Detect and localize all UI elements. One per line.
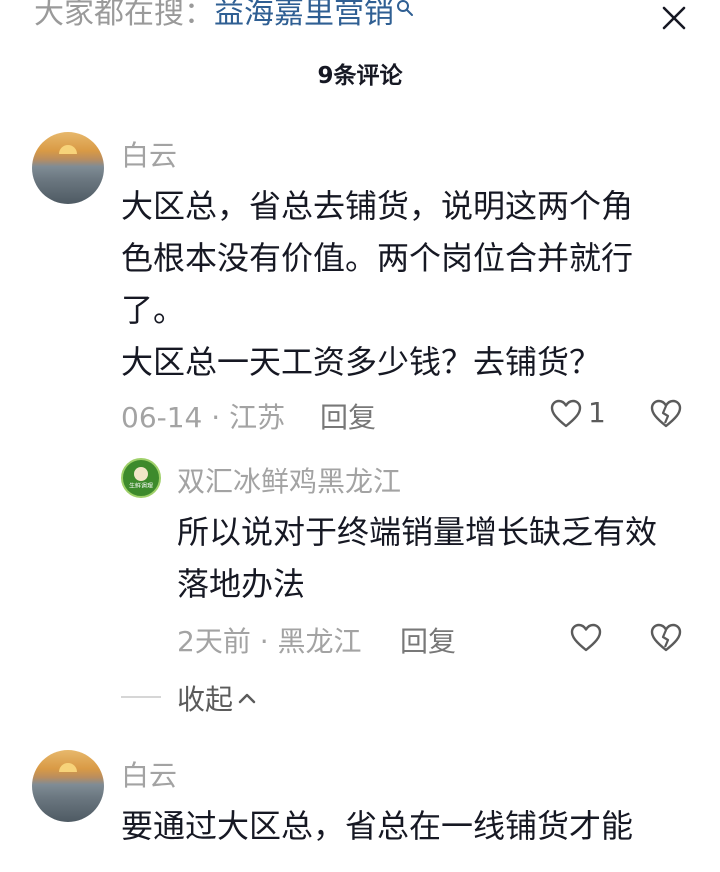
reply-avatar[interactable]: 生鲜调理 bbox=[121, 458, 161, 498]
avatar-brand-text: 生鲜调理 bbox=[129, 482, 153, 489]
comment-meta: 06-14 · 江苏 bbox=[121, 396, 285, 436]
collapse-label: 收起 bbox=[177, 683, 234, 716]
comment-location: 江苏 bbox=[229, 401, 286, 434]
reply-button[interactable]: 回复 bbox=[320, 396, 376, 436]
comment-date: 06-14 bbox=[121, 401, 203, 434]
close-icon[interactable] bbox=[654, 0, 694, 38]
reply-text: 所以说对于终端销量增长缺乏有效 落地办法 bbox=[177, 506, 707, 610]
reply-meta: 2天前 · 黑龙江 bbox=[177, 620, 362, 660]
reply-button[interactable]: 回复 bbox=[400, 620, 456, 660]
comment-text-line: 大区总一天工资多少钱？去铺货？ bbox=[121, 343, 602, 381]
comment-text: 大区总，省总去铺货，说明这两个角 色根本没有价值。两个岗位合并就行 了。 大区总… bbox=[121, 180, 701, 388]
collapse-replies-button[interactable]: 收起 bbox=[177, 678, 257, 718]
heart-icon[interactable] bbox=[548, 396, 584, 432]
comment-text: 要通过大区总，省总在一线铺货才能 bbox=[121, 800, 701, 852]
chevron-up-icon bbox=[237, 691, 257, 705]
dislike-icon[interactable] bbox=[648, 620, 684, 656]
comment-username[interactable]: 白云 bbox=[121, 134, 177, 174]
comment-text-line: 了。 bbox=[121, 291, 186, 329]
search-suggestion[interactable]: 大家都在搜：益海嘉里营销 bbox=[34, 0, 414, 36]
reply-location: 黑龙江 bbox=[277, 625, 362, 658]
dislike-icon[interactable] bbox=[648, 396, 684, 432]
heart-icon[interactable] bbox=[568, 620, 604, 656]
search-icon bbox=[396, 0, 414, 22]
meta-separator: · bbox=[259, 625, 269, 658]
comment-text-line: 大区总，省总去铺货，说明这两个角 bbox=[121, 187, 634, 225]
reply-username[interactable]: 双汇冰鲜鸡黑龙江 bbox=[177, 460, 401, 500]
avatar[interactable] bbox=[32, 750, 104, 822]
meta-separator: · bbox=[211, 401, 221, 434]
collapse-divider bbox=[121, 696, 161, 698]
comment-username[interactable]: 白云 bbox=[121, 754, 177, 794]
avatar-sun bbox=[59, 763, 77, 772]
avatar-head bbox=[134, 466, 148, 481]
comment-text-line: 色根本没有价值。两个岗位合并就行 bbox=[121, 239, 634, 277]
avatar[interactable] bbox=[32, 132, 104, 204]
reply-text-line: 落地办法 bbox=[177, 565, 306, 603]
like-count: 1 bbox=[588, 396, 606, 429]
avatar-sun bbox=[59, 145, 77, 154]
search-prefix: 大家都在搜： bbox=[34, 0, 214, 31]
comment-count-title: 9条评论 bbox=[317, 63, 403, 89]
reply-text-line: 所以说对于终端销量增长缺乏有效 bbox=[177, 513, 658, 551]
comment-text-line: 要通过大区总，省总在一线铺货才能 bbox=[121, 807, 634, 845]
search-keyword[interactable]: 益海嘉里营销 bbox=[214, 0, 394, 31]
reply-date: 2天前 bbox=[177, 625, 251, 658]
